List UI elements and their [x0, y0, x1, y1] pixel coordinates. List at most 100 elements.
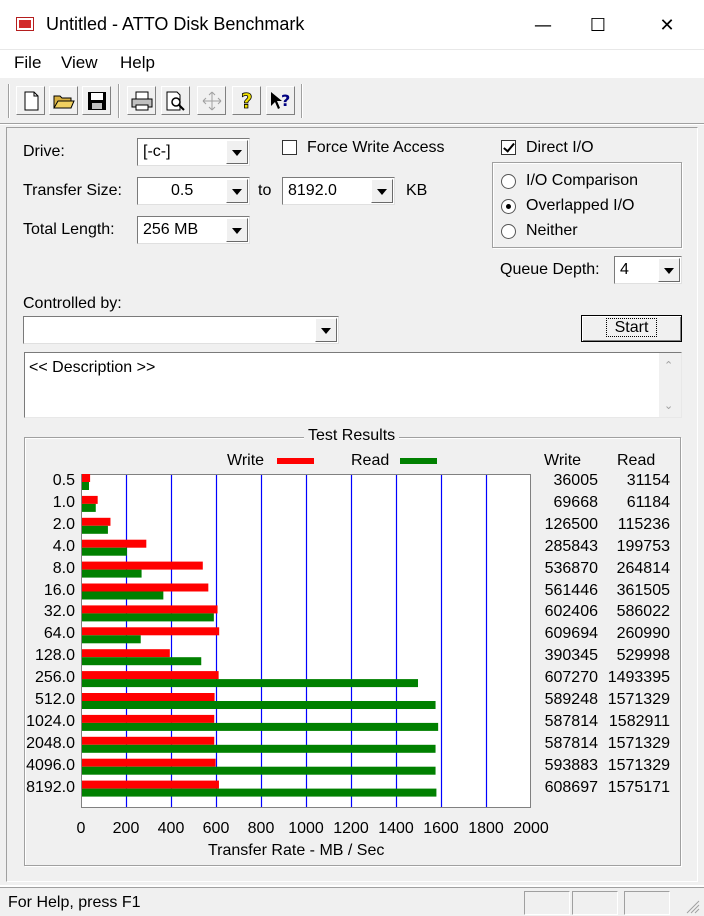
total-length-label: Total Length:	[23, 221, 115, 238]
y-tick-label: 0.5	[52, 472, 75, 489]
write-bar	[82, 583, 209, 592]
scroll-down-icon[interactable]: ⌄	[664, 399, 674, 412]
total-length-select[interactable]: 256 MB	[137, 216, 250, 244]
status-bar: For Help, press F1	[0, 887, 704, 916]
read-value: 115236	[617, 515, 670, 533]
status-panel	[624, 891, 670, 915]
title-bar[interactable]: Untitled - ATTO Disk Benchmark — ☐ ✕	[0, 0, 704, 50]
read-bar	[82, 766, 436, 775]
read-value: 31154	[626, 472, 670, 489]
chevron-down-icon[interactable]	[658, 258, 680, 282]
maximize-button[interactable]: ☐	[575, 0, 621, 50]
y-tick-label: 8192.0	[26, 778, 75, 796]
force-write-checkbox[interactable]	[282, 140, 297, 155]
transfer-from-value: 0.5	[171, 182, 194, 199]
menu-bar: File View Help	[0, 50, 704, 76]
y-tick-label: 4.0	[52, 537, 75, 555]
results-title: Test Results	[304, 427, 400, 445]
menu-file[interactable]: File	[14, 53, 41, 73]
description-scrollbar[interactable]: ⌃ ⌄	[659, 353, 681, 417]
x-tick-label: 1000	[288, 820, 324, 837]
chevron-down-icon[interactable]	[226, 218, 248, 242]
print-preview-button[interactable]	[161, 86, 190, 115]
write-value: 587814	[544, 734, 598, 752]
write-bar	[82, 736, 215, 745]
menu-view[interactable]: View	[61, 53, 98, 73]
radio-overlapped-io[interactable]	[501, 199, 516, 214]
write-value: 390345	[544, 647, 598, 665]
close-button[interactable]: ✕	[644, 0, 690, 50]
x-axis-label: Transfer Rate - MB / Sec	[208, 842, 385, 859]
direct-io-checkbox[interactable]	[501, 140, 516, 155]
save-button[interactable]	[82, 86, 111, 115]
read-value: 61184	[626, 493, 670, 511]
legend-read-label: Read	[351, 452, 390, 469]
read-bar	[82, 722, 439, 731]
queue-depth-select[interactable]: 4	[614, 256, 682, 284]
toolbar-separator	[118, 84, 120, 118]
minimize-button[interactable]: —	[520, 0, 566, 50]
write-bar	[82, 605, 218, 614]
context-help-button[interactable]: ?	[266, 86, 295, 115]
to-label: to	[258, 182, 272, 199]
menu-help[interactable]: Help	[120, 53, 155, 73]
print-button[interactable]	[127, 86, 156, 115]
x-tick-label: 800	[247, 820, 275, 837]
kb-label: KB	[406, 182, 428, 199]
help-button[interactable]: ?	[232, 86, 261, 115]
legend-write-label: Write	[227, 452, 265, 469]
x-tick-label: 400	[157, 820, 185, 837]
write-bar	[82, 671, 219, 680]
y-tick-label: 16.0	[43, 581, 75, 599]
read-bar	[82, 679, 419, 688]
y-tick-label: 1.0	[52, 493, 75, 511]
toolbar-grip	[8, 84, 10, 118]
transfer-to-select[interactable]: 8192.0	[282, 177, 395, 205]
write-column-header: Write	[544, 452, 582, 469]
x-tick-label: 1400	[378, 820, 414, 837]
open-button[interactable]	[49, 86, 78, 115]
transfer-from-select[interactable]: 0.5	[137, 177, 250, 205]
read-value: 1571329	[607, 734, 670, 752]
write-value: 607270	[544, 669, 598, 687]
read-bar	[82, 503, 96, 512]
read-bar	[82, 569, 142, 578]
resize-grip-icon[interactable]	[686, 900, 700, 914]
y-tick-label: 256.0	[34, 669, 75, 687]
y-tick-label: 64.0	[43, 625, 75, 643]
move-button[interactable]	[197, 86, 226, 115]
chevron-down-icon[interactable]	[226, 179, 248, 203]
read-bar	[82, 525, 108, 534]
read-bar	[82, 635, 141, 644]
scroll-up-icon[interactable]: ⌃	[664, 359, 674, 372]
read-value: 260990	[616, 625, 670, 643]
status-text: For Help, press F1	[8, 894, 141, 911]
chevron-down-icon[interactable]	[371, 179, 393, 203]
read-value: 1582911	[608, 712, 670, 730]
app-icon[interactable]	[16, 17, 34, 31]
x-tick-label: 600	[202, 820, 230, 837]
save-disk-icon	[87, 91, 106, 110]
read-value: 586022	[616, 603, 670, 621]
controlled-by-select[interactable]	[23, 316, 339, 344]
read-bar	[82, 701, 436, 709]
toolbar: ? ?	[0, 77, 704, 124]
start-button[interactable]: Start	[581, 315, 682, 342]
svg-text:?: ?	[281, 91, 290, 110]
read-value: 264814	[616, 559, 670, 577]
description-text: << Description >>	[29, 359, 156, 376]
y-tick-label: 1024.0	[26, 712, 75, 730]
radio-neither[interactable]	[501, 224, 516, 239]
write-bar	[82, 474, 91, 482]
chevron-down-icon[interactable]	[315, 318, 337, 342]
radio-io-comparison[interactable]	[501, 174, 516, 189]
new-button[interactable]	[16, 86, 45, 115]
x-tick-label: 1600	[423, 820, 459, 837]
drive-select[interactable]: [-c-]	[137, 138, 250, 166]
description-field[interactable]: << Description >> ⌃ ⌄	[24, 352, 682, 418]
chevron-down-icon[interactable]	[226, 140, 248, 164]
write-bar	[82, 649, 170, 658]
controlled-by-label: Controlled by:	[23, 295, 122, 312]
write-value: 602406	[544, 603, 598, 621]
read-value: 199753	[616, 537, 670, 555]
